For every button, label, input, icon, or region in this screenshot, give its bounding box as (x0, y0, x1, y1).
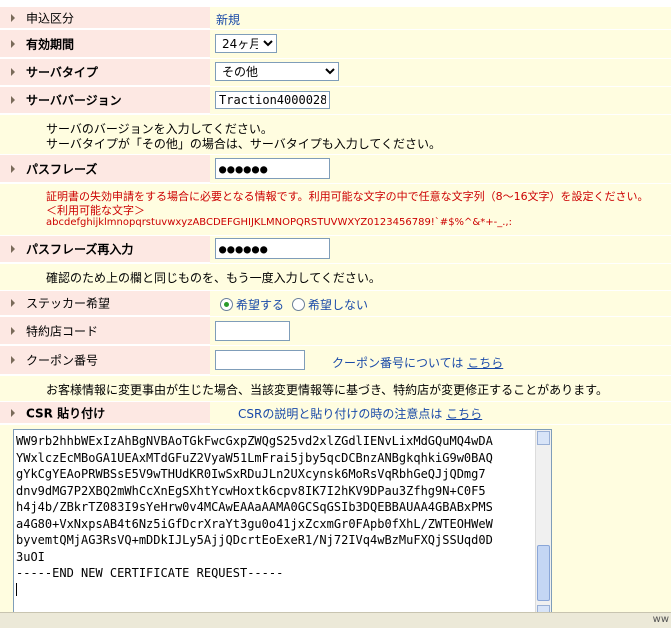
bullet-arrow-icon (11, 68, 15, 76)
row-server-version: サーババージョン (0, 87, 671, 114)
csr-text-line: WW9rb2hhbWExIzAhBgNVBAoTGkFwcGxpZWQgS25v… (16, 434, 493, 448)
csr-textarea[interactable]: WW9rb2hhbWExIzAhBgNVBAoTGkFwcGxpZWQgS25v… (13, 429, 552, 621)
sticker-yes-option[interactable]: 希望する (220, 296, 284, 313)
passphrase-note-line2: ＜利用可能な文字＞ (46, 204, 145, 217)
passphrase-input[interactable] (215, 158, 330, 179)
sticker-no-label[interactable]: 希望しない (308, 298, 368, 312)
bullet-arrow-icon (11, 408, 15, 417)
label-cell: ステッカー希望 (0, 291, 210, 316)
scroll-up-arrow-icon[interactable] (537, 431, 550, 445)
csr-info-text: CSRの説明と貼り付けの時の注意点は (238, 407, 443, 421)
server-version-label: サーババージョン (26, 93, 122, 108)
radio-unselected-icon[interactable] (292, 298, 305, 311)
passphrase-confirm-note-row: 確認のため上の欄と同じものを、もう一度入力してください。 (0, 264, 671, 290)
value-cell (210, 236, 671, 263)
label-cell: 特約店コード (0, 317, 210, 345)
csr-scrollbar[interactable] (535, 430, 551, 620)
row-server-type: サーバタイプ その他 (0, 59, 671, 86)
label-cell: 有効期間 (0, 30, 210, 58)
status-bar: ww (0, 612, 671, 628)
value-cell: クーポン番号については こちら (210, 346, 671, 375)
coupon-label: クーポン番号 (26, 353, 99, 368)
row-passphrase-confirm: パスフレーズ再入力 (0, 236, 671, 263)
csr-text-line: byvemtQMjAG3RsVQ+mDDkIJLy5AjjQDcrtEoExeR… (16, 533, 493, 547)
value-cell: 希望する 希望しない (210, 291, 671, 316)
label-cell: パスフレーズ再入力 (0, 236, 210, 263)
csr-text-line: dnv9dMG7P2XBQ2mWhCcXnEgSXhtYcwHoxtk6cpv8… (16, 483, 486, 498)
row-coupon: クーポン番号 クーポン番号については こちら (0, 346, 671, 375)
row-csr: CSR 貼り付け CSRの説明と貼り付けの時の注意点は こちら (0, 402, 671, 424)
label-cell: 申込区分 (0, 7, 210, 29)
coupon-notice: お客様情報に変更事由が生じた場合、当該変更情報等に基づき、特約店が変更修正するこ… (46, 383, 608, 397)
sticker-yes-label[interactable]: 希望する (236, 298, 284, 312)
bullet-arrow-icon (11, 326, 15, 335)
validity-period-select[interactable]: 24ヶ月 (215, 34, 277, 53)
value-cell: その他 (210, 59, 671, 86)
row-application-type: 申込区分 新規 (0, 7, 671, 29)
csr-text-line (14, 582, 551, 599)
sticker-no-option[interactable]: 希望しない (292, 296, 368, 313)
value-cell (210, 155, 671, 183)
radio-selected-icon[interactable] (220, 298, 233, 311)
scrollbar-thumb[interactable] (537, 545, 550, 601)
label-cell: パスフレーズ (0, 155, 210, 183)
text-cursor (16, 582, 17, 596)
passphrase-confirm-note: 確認のため上の欄と同じものを、もう一度入力してください。 (46, 271, 381, 285)
label-cell: サーバタイプ (0, 59, 210, 86)
label-cell: サーババージョン (0, 87, 210, 114)
coupon-info-text: クーポン番号については (332, 356, 464, 370)
passphrase-note: 証明書の失効申請をする場合に必要となる情報です。利用可能な文字の中で任意な文字列… (0, 184, 671, 235)
server-version-note-line2: サーバタイプが「その他」の場合は、サーバタイプも入力してください。 (46, 137, 442, 151)
label-cell: CSR 貼り付け (0, 402, 210, 424)
value-cell: 24ヶ月 (210, 30, 671, 58)
server-version-input[interactable] (215, 91, 330, 109)
passphrase-confirm-label: パスフレーズ再入力 (26, 242, 134, 257)
csr-text-line: a4G80+VxNxpsAB4t6Nz5iGfDcrXraYt3gu0o41jx… (16, 516, 493, 531)
coupon-info: クーポン番号については こちら (332, 354, 503, 371)
application-type-value: 新規 (216, 13, 241, 27)
value-cell (210, 87, 671, 114)
bullet-arrow-icon (11, 245, 15, 253)
csr-text-content[interactable]: WW9rb2hhbWExIzAhBgNVBAoTGkFwcGxpZWQgS25v… (14, 430, 551, 598)
coupon-info-link[interactable]: こちら (467, 356, 503, 370)
bullet-arrow-icon (11, 96, 15, 104)
sticker-label: ステッカー希望 (26, 296, 111, 311)
server-type-select[interactable]: その他 (215, 62, 339, 81)
label-cell: クーポン番号 (0, 346, 210, 375)
coupon-input[interactable] (215, 350, 305, 370)
passphrase-allowed-chars: abcdefghijklmnopqrstuvwxyzABCDEFGHIJKLMN… (46, 217, 512, 228)
row-agency-code: 特約店コード (0, 317, 671, 345)
passphrase-confirm-input[interactable] (215, 238, 330, 259)
passphrase-label: パスフレーズ (26, 162, 98, 176)
bullet-arrow-icon (11, 356, 15, 364)
bullet-arrow-icon (11, 164, 15, 173)
csr-text-line: h4j4b/ZBkrTZ083I9sYeHrw0v4MCAwEAAaAAMA0G… (16, 500, 493, 514)
server-version-note: サーバのバージョンを入力してください。 サーバタイプが「その他」の場合は、サーバ… (0, 115, 671, 154)
validity-period-label: 有効期間 (26, 37, 75, 51)
csr-info-link[interactable]: こちら (446, 407, 482, 421)
bullet-arrow-icon (11, 299, 15, 307)
application-type-label: 申込区分 (26, 11, 75, 25)
row-sticker: ステッカー希望 希望する 希望しない (0, 291, 671, 316)
csr-text-line: 3uOI (16, 549, 45, 564)
coupon-notice-row: お客様情報に変更事由が生じた場合、当該変更情報等に基づき、特約店が変更修正するこ… (0, 376, 671, 401)
value-cell (210, 317, 671, 345)
row-passphrase: パスフレーズ (0, 155, 671, 183)
csr-label: CSR 貼り付け (26, 406, 106, 420)
csr-text-line: -----END NEW CERTIFICATE REQUEST----- (16, 566, 284, 580)
csr-info: CSRの説明と貼り付けの時の注意点は こちら (238, 405, 482, 422)
bullet-arrow-icon (11, 13, 15, 22)
agency-code-label: 特約店コード (26, 324, 99, 338)
bullet-arrow-icon (11, 39, 15, 48)
csr-text-line: gYkCgYEAoPRWBSsE5V9wTHUdKR0IwSxRDuJLn2UX… (16, 467, 486, 481)
status-bar-text: ww (652, 614, 669, 625)
value-cell: 新規 (210, 7, 671, 29)
csr-text-line: YWxlczEcMBoGA1UEAxMTdGFuZ2VyaW51LmFrai5j… (16, 450, 493, 465)
value-cell: CSRの説明と貼り付けの時の注意点は こちら (210, 402, 671, 424)
server-type-label: サーバタイプ (26, 65, 98, 80)
agency-code-input[interactable] (215, 321, 290, 341)
row-validity-period: 有効期間 24ヶ月 (0, 30, 671, 58)
